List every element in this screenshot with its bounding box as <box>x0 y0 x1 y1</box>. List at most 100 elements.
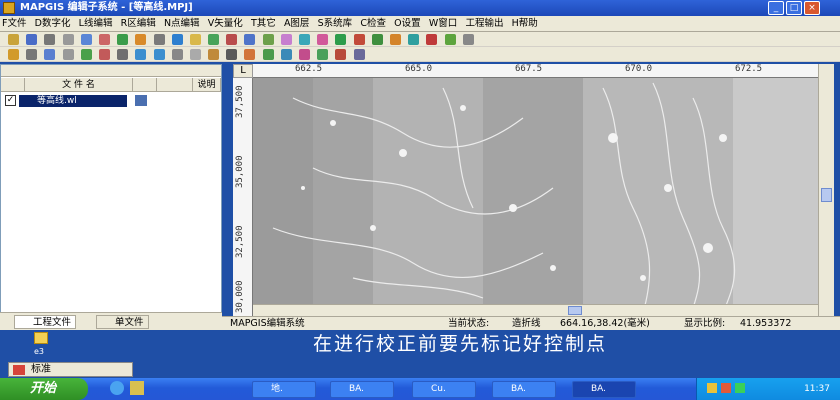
layer-icon[interactable] <box>117 34 129 45</box>
grid-icon[interactable] <box>371 34 383 45</box>
menu-vectorize[interactable]: V矢量化 <box>206 16 245 31</box>
zoom-in-icon[interactable] <box>135 49 147 60</box>
horizontal-scrollbar[interactable] <box>253 304 818 316</box>
taskbar-item[interactable]: Cu. <box>412 381 476 398</box>
open-icon[interactable] <box>8 34 19 45</box>
scissors-icon[interactable] <box>26 49 38 60</box>
vertical-scrollbar[interactable] <box>818 64 834 316</box>
file-checkbox[interactable]: ✓ <box>5 95 16 106</box>
taskbar-item[interactable]: BA. <box>492 381 556 398</box>
window-title: MAPGIS 编辑子系统 - [等高线.MPJ] <box>0 0 840 16</box>
refresh-icon[interactable] <box>462 34 474 45</box>
taskbar-item[interactable]: BA. <box>572 381 636 398</box>
list-item[interactable]: 等高线.wl <box>19 95 127 107</box>
menu-point-edit[interactable]: N点编辑 <box>162 16 202 31</box>
link-icon[interactable] <box>299 34 310 45</box>
move-icon[interactable] <box>244 34 256 45</box>
coord-icon[interactable] <box>353 49 365 60</box>
menu-other[interactable]: T其它 <box>249 16 278 31</box>
snap-icon[interactable] <box>80 49 92 60</box>
color-icon[interactable] <box>444 34 456 45</box>
edit-icon[interactable] <box>135 34 147 45</box>
menu-system-lib[interactable]: S系统库 <box>316 16 355 31</box>
menu-help[interactable]: H帮助 <box>510 16 540 31</box>
cut-icon[interactable] <box>62 34 74 45</box>
col-edit[interactable] <box>157 78 193 92</box>
minimize-button[interactable]: _ <box>768 1 784 15</box>
col-filename[interactable]: 文 件 名 <box>25 78 133 92</box>
copy-icon[interactable] <box>80 34 92 45</box>
menu-settings[interactable]: O设置 <box>392 16 422 31</box>
param-icon[interactable] <box>280 34 292 45</box>
volume-icon[interactable] <box>707 383 717 393</box>
menu-line-edit[interactable]: L线编辑 <box>77 16 115 31</box>
tool-icon[interactable] <box>153 34 165 45</box>
select-icon[interactable] <box>171 34 183 45</box>
vertical-scroll-thumb[interactable] <box>821 188 832 202</box>
ruler-left-label: 30,000 <box>235 280 245 313</box>
hand-icon[interactable] <box>208 49 220 60</box>
start-button[interactable]: 开始 <box>0 378 88 400</box>
taskbar-item[interactable]: BA. <box>330 381 394 398</box>
stop-icon[interactable] <box>353 34 365 45</box>
maximize-button[interactable]: □ <box>786 1 802 15</box>
actual-size-icon[interactable] <box>171 49 183 60</box>
style-icon[interactable] <box>408 34 420 45</box>
display-icon[interactable] <box>317 49 329 60</box>
delete-icon[interactable] <box>226 34 238 45</box>
pen-icon[interactable] <box>8 49 19 60</box>
redraw-icon[interactable] <box>280 49 292 60</box>
print-icon[interactable] <box>44 34 56 45</box>
network-icon[interactable] <box>721 383 731 393</box>
security-icon[interactable] <box>735 383 745 393</box>
region-icon[interactable] <box>208 34 220 45</box>
folder-icon[interactable] <box>34 332 48 344</box>
map-canvas[interactable] <box>253 78 818 316</box>
menu-file[interactable]: F文件 <box>0 16 28 31</box>
show-desktop-icon[interactable] <box>130 381 144 395</box>
measure-icon[interactable] <box>117 49 129 60</box>
menu-layer[interactable]: A图层 <box>282 16 312 31</box>
render-icon[interactable] <box>299 49 310 60</box>
window-icon[interactable] <box>62 49 74 60</box>
tab-project-files[interactable]: 工程文件 <box>14 315 77 329</box>
node-icon[interactable] <box>189 34 201 45</box>
menu-digitize[interactable]: D数字化 <box>33 16 73 31</box>
clock: 11:37 <box>804 384 830 394</box>
restore-icon[interactable] <box>226 49 238 60</box>
undo-icon[interactable] <box>98 34 110 45</box>
file-list-header: 文 件 名 说明 <box>1 78 221 92</box>
taskbar-item-label: BA. <box>511 384 527 394</box>
status-coordinates: 664.16,38.42(毫米) <box>560 318 650 329</box>
taskbar-item[interactable]: 地. <box>252 381 316 398</box>
menu-region-edit[interactable]: R区编辑 <box>119 16 158 31</box>
close-button[interactable]: × <box>804 1 820 15</box>
horizontal-scroll-thumb[interactable] <box>568 306 582 315</box>
label-icon[interactable] <box>426 34 438 45</box>
file-name: 等高线.wl <box>37 96 77 106</box>
break-icon[interactable] <box>98 49 110 60</box>
hide-icon[interactable] <box>335 49 347 60</box>
symbol-icon[interactable] <box>389 34 401 45</box>
status-state-label: 当前状态: <box>448 318 490 329</box>
fit-icon[interactable] <box>244 49 256 60</box>
menu-check[interactable]: C检查 <box>358 16 388 31</box>
ie-icon[interactable] <box>110 381 124 395</box>
save-icon[interactable] <box>26 34 38 45</box>
pan-icon[interactable] <box>189 49 201 60</box>
col-visible[interactable] <box>133 78 157 92</box>
mark-icon[interactable] <box>317 34 329 45</box>
language-bar[interactable]: 标准 <box>8 362 133 377</box>
check-icon[interactable] <box>335 34 347 45</box>
paste-icon[interactable] <box>44 49 56 60</box>
window-tile-icon[interactable] <box>262 49 274 60</box>
col-notes[interactable]: 说明 <box>193 78 221 92</box>
zoom-out-icon[interactable] <box>153 49 165 60</box>
tab-single-file[interactable]: 单文件 <box>96 315 149 329</box>
menu-project-output[interactable]: 工程输出 <box>463 16 505 31</box>
col-icon[interactable] <box>1 78 25 92</box>
system-tray: 11:37 <box>696 378 840 400</box>
raster-image <box>253 78 818 316</box>
vector-icon[interactable] <box>262 34 274 45</box>
menu-window[interactable]: W窗口 <box>427 16 459 31</box>
